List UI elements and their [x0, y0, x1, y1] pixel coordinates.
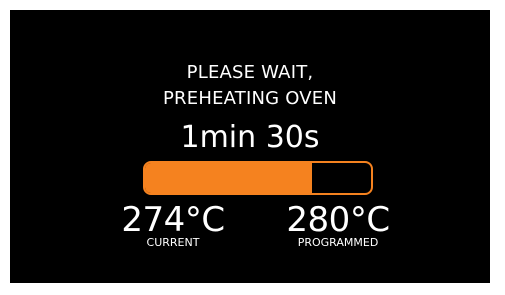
preheat-progress-fill	[145, 163, 313, 193]
preheat-progress-bar	[143, 161, 373, 195]
countdown-timer: 1min 30s	[180, 120, 320, 155]
current-temperature: 274°C CURRENT	[108, 201, 238, 249]
oven-display: PLEASE WAIT, PREHEATING OVEN 1min 30s 27…	[10, 10, 490, 283]
programmed-temperature-value: 280°C	[286, 200, 390, 240]
programmed-temperature: 280°C PROGRAMMED	[268, 201, 408, 249]
status-message-line-1: PLEASE WAIT,	[186, 62, 314, 83]
current-temperature-value: 274°C	[121, 200, 225, 240]
status-message-line-2: PREHEATING OVEN	[163, 88, 337, 109]
